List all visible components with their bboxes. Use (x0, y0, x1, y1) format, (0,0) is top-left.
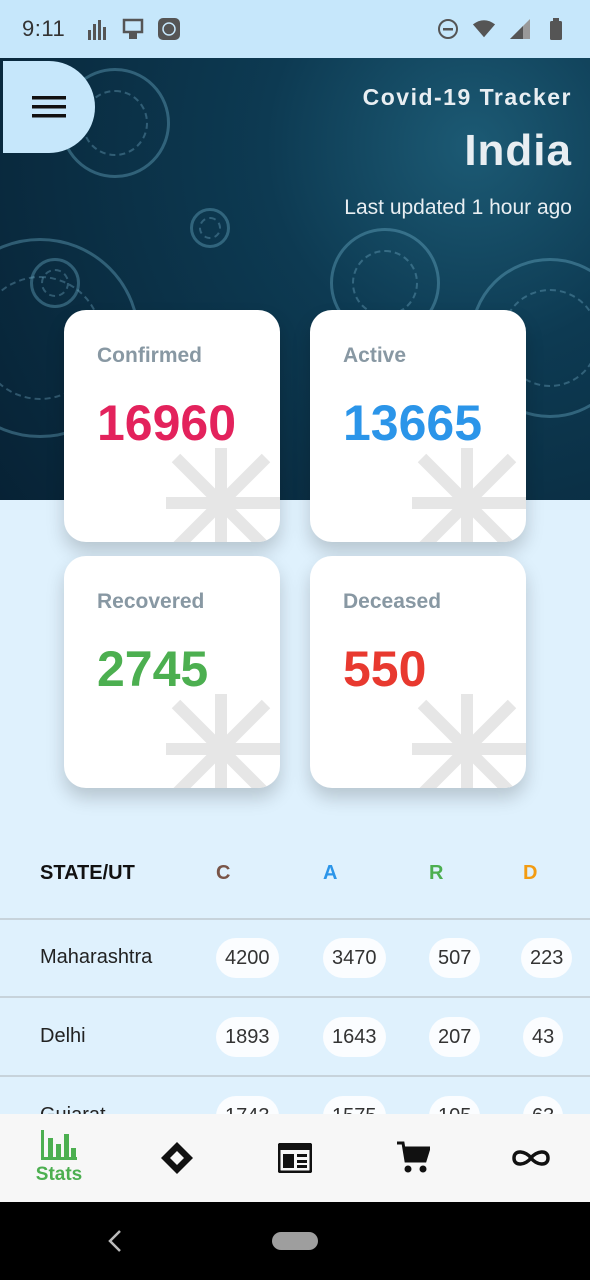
nav-item-cart[interactable] (354, 1114, 472, 1202)
wifi-icon (472, 17, 496, 41)
state-name: Maharashtra (40, 946, 153, 968)
battery-icon (544, 17, 568, 41)
recovered-count: 207 (429, 1017, 481, 1057)
active-count: 1643 (323, 1017, 386, 1057)
infinity-icon (512, 1150, 550, 1166)
snowflake-icon (412, 448, 526, 542)
card-value: 16960 (97, 395, 237, 451)
card-label: Recovered (97, 590, 205, 613)
diamond-icon (161, 1142, 193, 1174)
card-value: 13665 (343, 395, 483, 451)
nav-item-diamond[interactable] (118, 1114, 236, 1202)
card-label: Confirmed (97, 344, 202, 367)
active-count: 3470 (323, 938, 386, 978)
header-active[interactable]: A (323, 862, 337, 885)
header-deceased[interactable]: D (523, 862, 537, 885)
hamburger-menu-icon (32, 96, 66, 118)
header-state[interactable]: STATE/UT (40, 862, 135, 885)
menu-button[interactable] (3, 61, 95, 153)
header-recovered[interactable]: R (429, 862, 443, 885)
table-row[interactable]: Maharashtra 4200 3470 507 223 (0, 920, 590, 998)
cell-signal-icon (508, 17, 532, 41)
country-name: India (464, 126, 572, 175)
snowflake-icon (412, 694, 526, 788)
header-confirmed[interactable]: C (216, 862, 230, 885)
deceased-count: 43 (523, 1017, 564, 1057)
deceased-count: 223 (521, 938, 573, 978)
signal-bars-icon (85, 17, 109, 41)
table-row[interactable]: Delhi 1893 1643 207 43 (0, 999, 590, 1077)
active-card[interactable]: Active 13665 (310, 310, 526, 542)
app-title: Covid-19 Tracker (362, 84, 572, 110)
snowflake-icon (166, 694, 280, 788)
system-navigation-bar (0, 1202, 590, 1280)
state-name: Delhi (40, 1025, 86, 1047)
back-chevron-icon[interactable] (104, 1228, 128, 1254)
state-table-header: STATE/UT C A R D (0, 838, 590, 920)
deceased-card[interactable]: Deceased 550 (310, 556, 526, 788)
recovered-count: 507 (429, 938, 481, 978)
card-label: Active (343, 344, 407, 367)
virus-decoration (190, 208, 230, 248)
bottom-navigation: Stats (0, 1114, 590, 1202)
confirmed-count: 4200 (216, 938, 279, 978)
nav-item-stats[interactable]: Stats (0, 1114, 118, 1202)
do-not-disturb-icon (436, 17, 460, 41)
bar-chart-icon (41, 1130, 77, 1160)
status-bar: 9:11 (0, 0, 590, 58)
status-time: 9:11 (22, 16, 66, 41)
sim-icon (121, 17, 145, 41)
nav-item-more[interactable] (472, 1114, 590, 1202)
recovered-card[interactable]: Recovered 2745 (64, 556, 280, 788)
last-updated-text: Last updated 1 hour ago (344, 196, 572, 219)
virus-decoration (30, 258, 80, 308)
home-pill-icon[interactable] (272, 1232, 318, 1250)
card-value: 2745 (97, 641, 209, 697)
snowflake-icon (166, 448, 280, 542)
card-label: Deceased (343, 590, 442, 613)
cart-icon (397, 1141, 430, 1173)
confirmed-count: 1893 (216, 1017, 279, 1057)
confirmed-card[interactable]: Confirmed 16960 (64, 310, 280, 542)
app-icon (157, 17, 181, 41)
nav-label-stats: Stats (35, 1164, 83, 1185)
card-value: 550 (343, 641, 427, 697)
newspaper-icon (278, 1143, 312, 1173)
nav-item-news[interactable] (236, 1114, 354, 1202)
